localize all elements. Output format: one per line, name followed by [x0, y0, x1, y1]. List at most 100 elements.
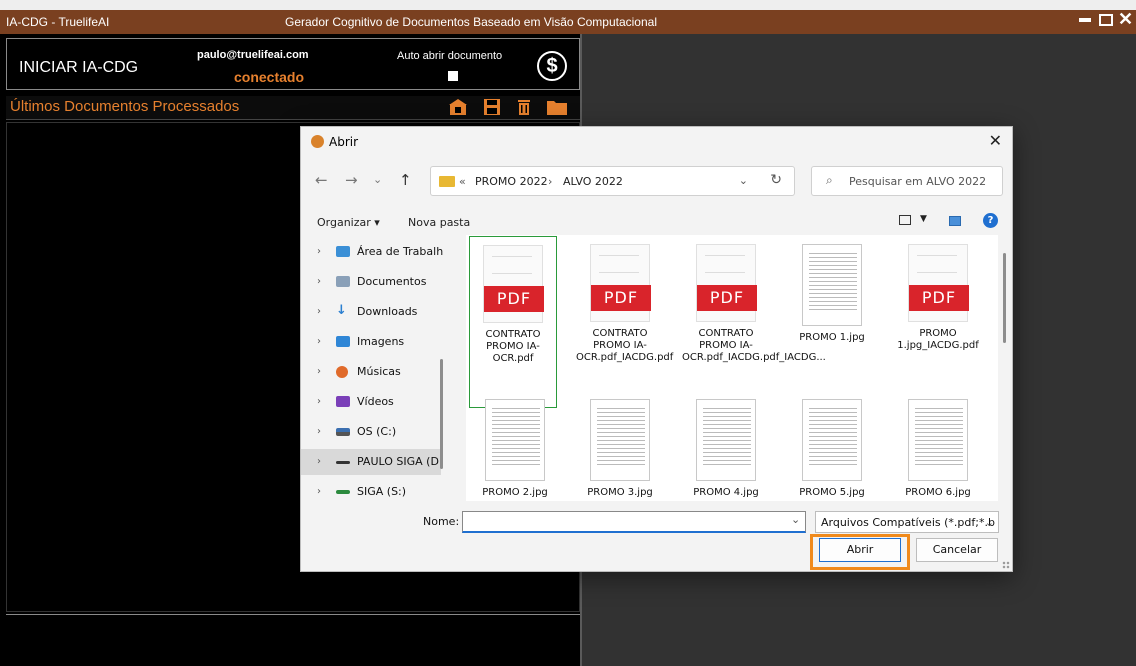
auto-open-checkbox[interactable]: [448, 71, 458, 81]
file-item[interactable]: PROMO 1.jpg: [788, 244, 876, 344]
chevron-right-icon[interactable]: ›: [317, 426, 321, 437]
nav-item-label: Downloads: [357, 305, 418, 318]
refresh-icon[interactable]: ↻: [770, 172, 782, 188]
open-button[interactable]: Abrir: [819, 538, 901, 562]
dollar-icon[interactable]: $: [537, 51, 567, 81]
chevron-right-icon[interactable]: ›: [317, 396, 321, 407]
chevron-right-icon[interactable]: ›: [317, 306, 321, 317]
documents-icon: [336, 276, 350, 287]
maximize-icon[interactable]: [1098, 12, 1113, 26]
file-list: PDF CONTRATO PROMO IA-OCR.pdf PDF CONTRA…: [466, 235, 998, 501]
nav-item-label: PAULO SIGA (D: [357, 455, 439, 468]
breadcrumb-item[interactable]: ALVO 2022: [563, 175, 623, 188]
dialog-title-bar: Abrir ✕: [301, 127, 1012, 157]
folder-icon[interactable]: [546, 98, 567, 116]
nav-scrollbar[interactable]: [440, 359, 443, 469]
search-input[interactable]: ⌕ Pesquisar em ALVO 2022: [811, 166, 1003, 196]
up-arrow-icon[interactable]: ↑: [399, 171, 412, 189]
file-item[interactable]: PDF CONTRATO PROMO IA-OCR.pdf: [469, 236, 557, 408]
breadcrumb-item[interactable]: PROMO 2022: [475, 175, 548, 188]
nav-item-label: Músicas: [357, 365, 401, 378]
chevron-right-icon[interactable]: ›: [317, 246, 321, 257]
chevron-right-icon[interactable]: ›: [317, 276, 321, 287]
recent-locations-icon[interactable]: ⌄: [373, 173, 382, 186]
recent-docs-title: Últimos Documentos Processados: [10, 98, 240, 115]
nav-item-label: Documentos: [357, 275, 427, 288]
file-name: CONTRATO PROMO IA-OCR.pdf_IACDG.pdf: [576, 328, 674, 363]
nav-item-drive-c[interactable]: › OS (C:): [301, 419, 441, 445]
file-name: CONTRATO PROMO IA-OCR.pdf_IACDG.pdf_IACD…: [682, 328, 826, 363]
chevron-right-icon[interactable]: ›: [317, 486, 321, 497]
chevron-right-icon[interactable]: ›: [317, 366, 321, 377]
search-icon: ⌕: [826, 173, 833, 187]
connection-status: conectado: [234, 69, 305, 85]
chevron-down-icon[interactable]: ▼: [920, 214, 927, 224]
chevron-right-icon[interactable]: ›: [317, 456, 321, 467]
file-item[interactable]: PROMO 2.jpg: [471, 399, 559, 499]
chevron-down-icon[interactable]: ⌄: [739, 174, 748, 187]
drive-icon: [336, 428, 350, 436]
window-controls: ✕: [1078, 10, 1133, 28]
file-item[interactable]: PROMO 4.jpg: [682, 399, 770, 499]
title-bar: IA-CDG - TruelifeAI Gerador Cognitivo de…: [0, 10, 1136, 34]
nav-item-drive-d[interactable]: › PAULO SIGA (D: [301, 449, 441, 475]
trash-icon[interactable]: [514, 98, 534, 116]
filename-input[interactable]: [462, 511, 806, 533]
music-icon: [336, 366, 348, 378]
images-icon: [336, 336, 350, 347]
file-scrollbar[interactable]: [1003, 253, 1006, 343]
image-file-icon: [802, 399, 862, 481]
file-item[interactable]: PDF CONTRATO PROMO IA-OCR.pdf_IACDG.pdf_…: [682, 244, 826, 364]
auto-open-label: Auto abrir documento: [397, 50, 503, 62]
file-item[interactable]: PROMO 5.jpg: [788, 399, 876, 499]
pdf-file-icon: PDF: [696, 244, 757, 322]
nav-item-desktop[interactable]: › Área de Trabalh: [301, 239, 443, 265]
file-item[interactable]: PDF CONTRATO PROMO IA-OCR.pdf_IACDG.pdf: [576, 244, 674, 364]
downloads-icon: ↓: [336, 303, 347, 318]
file-name: PROMO 2.jpg: [482, 487, 548, 498]
breadcrumb-prefix: «: [459, 175, 466, 188]
pdf-file-icon: PDF: [483, 245, 544, 323]
file-name: PROMO 4.jpg: [693, 487, 759, 498]
preview-pane-icon[interactable]: [949, 216, 961, 226]
nav-item-documents[interactable]: › Documentos: [301, 269, 441, 295]
app-logo-icon: [311, 135, 324, 148]
bottom-panel: [6, 614, 580, 666]
desktop-icon: [336, 246, 350, 257]
forward-arrow-icon[interactable]: →: [345, 171, 358, 189]
close-icon[interactable]: ✕: [1118, 10, 1133, 28]
home-icon[interactable]: [448, 98, 468, 116]
resize-grip[interactable]: [1002, 561, 1010, 569]
drive-icon: [336, 461, 350, 464]
save-icon[interactable]: [482, 98, 502, 116]
nav-item-drive-s[interactable]: › SIGA (S:): [301, 479, 441, 497]
chevron-right-icon[interactable]: ›: [317, 336, 321, 347]
nav-item-music[interactable]: › Músicas: [301, 359, 441, 385]
file-type-select[interactable]: Arquivos Compatíveis (*.pdf;*.b ⌄: [815, 511, 999, 533]
image-file-icon: [590, 399, 650, 481]
organize-menu[interactable]: Organizar ▾: [317, 216, 380, 229]
nav-item-images[interactable]: › Imagens: [301, 329, 441, 355]
help-icon[interactable]: ?: [983, 213, 998, 228]
view-mode-icon[interactable]: [899, 215, 911, 225]
start-button[interactable]: INICIAR IA-CDG: [19, 59, 138, 77]
back-arrow-icon[interactable]: ←: [315, 171, 328, 189]
dialog-title: Abrir: [329, 135, 359, 149]
open-file-dialog: Abrir ✕ ← → ⌄ ↑ « PROMO 2022 › ALVO 2022…: [300, 126, 1013, 572]
nav-item-downloads[interactable]: › ↓ Downloads: [301, 299, 441, 325]
file-name: PROMO 1.jpg: [799, 332, 865, 343]
navigation-pane: › Área de Trabalh › Documentos › ↓ Downl…: [301, 239, 453, 497]
close-icon[interactable]: ✕: [989, 131, 1002, 150]
file-item[interactable]: PROMO 3.jpg: [576, 399, 664, 499]
new-folder-button[interactable]: Nova pasta: [408, 216, 470, 229]
chevron-down-icon[interactable]: ⌄: [791, 513, 800, 526]
nav-item-videos[interactable]: › Vídeos: [301, 389, 441, 415]
minimize-icon[interactable]: [1078, 12, 1092, 26]
address-bar[interactable]: « PROMO 2022 › ALVO 2022 ⌄ ↻: [430, 166, 795, 196]
file-name: CONTRATO PROMO IA-OCR.pdf: [485, 329, 541, 364]
app-subtitle: Gerador Cognitivo de Documentos Baseado …: [285, 15, 657, 29]
file-name: PROMO 5.jpg: [799, 487, 865, 498]
file-item[interactable]: PDF PROMO 1.jpg_IACDG.pdf: [894, 244, 982, 352]
file-item[interactable]: PROMO 6.jpg: [894, 399, 982, 499]
cancel-button[interactable]: Cancelar: [916, 538, 998, 562]
